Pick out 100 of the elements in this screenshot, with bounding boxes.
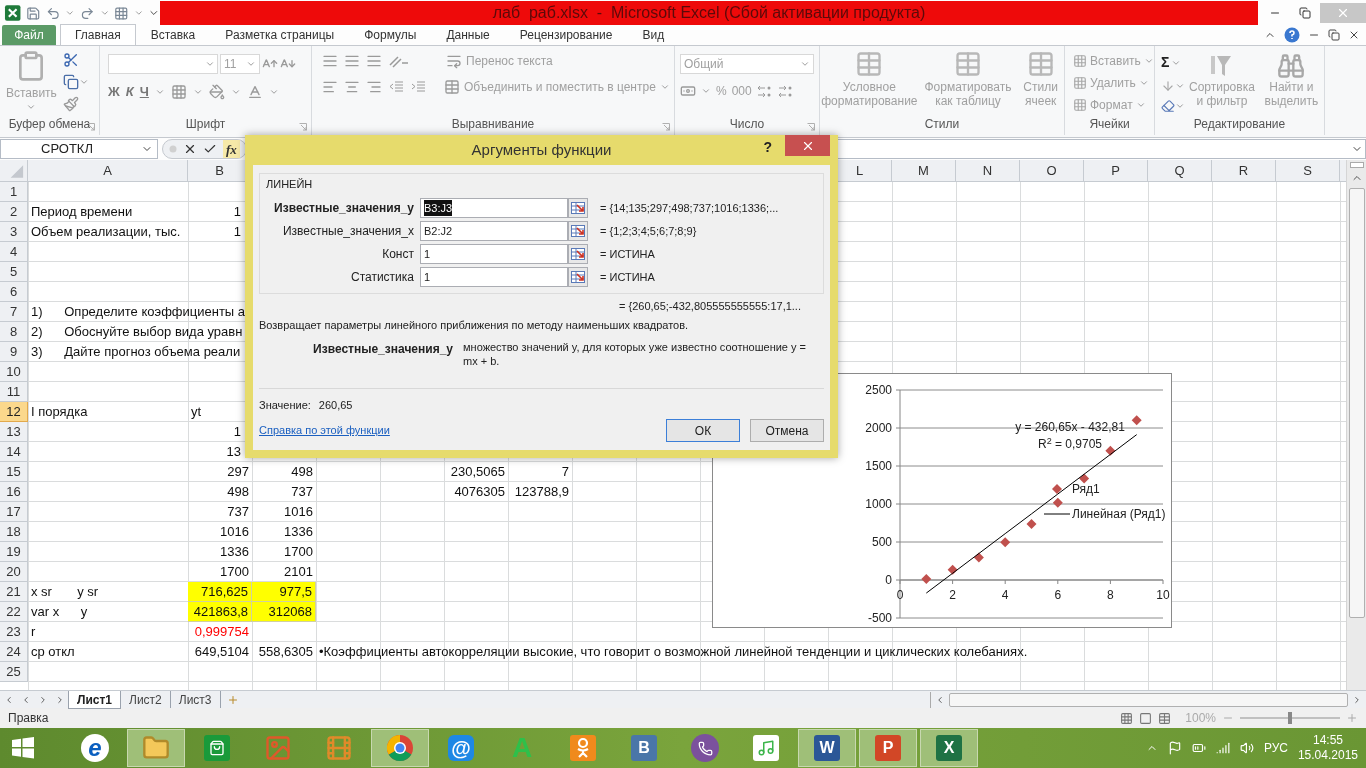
row-header: 18 — [0, 522, 28, 542]
function-name: ЛИНЕЙН — [266, 177, 314, 192]
highlighted-cell: 716,625 — [188, 582, 252, 602]
argument-name: Известные_значения_y — [312, 340, 453, 358]
cell-text: 737 — [291, 483, 313, 502]
argument-result: = ИСТИНА — [600, 246, 655, 262]
argument-result: = {14;135;297;498;737;1016;1336;... — [600, 200, 779, 216]
argument-label: Конст — [381, 246, 414, 263]
group-label: Редактирование — [1193, 116, 1286, 133]
function-description: Возвращает параметры линейного приближения по методу наименьших квадратов. — [259, 318, 690, 333]
group-label: Ячейки — [1089, 116, 1130, 133]
cell-text: 558,6305 — [258, 643, 313, 662]
group-label: Выравнивание — [451, 116, 535, 133]
row-header: 12 — [0, 402, 28, 422]
cell-text: Объем реализации, тыс. — [31, 223, 181, 242]
cell-text: 498 — [227, 483, 249, 502]
axis-label: 0 — [896, 588, 904, 602]
axis-label: 0 — [885, 573, 892, 587]
axis-label: 8 — [1107, 588, 1114, 602]
axis-label: 1000 — [865, 497, 892, 511]
cell-text: 297 — [227, 463, 249, 482]
argument-description: множество значений y, для которых уже известно соотношение y = mx + b. — [463, 339, 807, 368]
dialog-title: Аргументы функции — [471, 139, 612, 160]
group-label: Шрифт — [185, 116, 226, 133]
cell-text: 1 — [233, 223, 241, 242]
axis-label: 2500 — [865, 383, 892, 397]
row-header: 10 — [0, 362, 28, 382]
row-header: 13 — [0, 422, 28, 442]
row-header: 1 — [0, 182, 28, 202]
argument-result: = {1;2;3;4;5;6;7;8;9} — [600, 223, 697, 239]
app-icon: A — [511, 734, 533, 762]
cell-text: 123788,9 — [514, 483, 569, 502]
row-header: 19 — [0, 542, 28, 562]
cell-text: 7 — [561, 463, 569, 482]
clock-time: 14:55 — [1312, 733, 1343, 748]
cell-text: 3) Дайте прогноз объема реали — [31, 343, 241, 362]
row-header: 22 — [0, 602, 28, 622]
cell-text: 1700 — [220, 563, 249, 582]
row-header: 9 — [0, 342, 28, 362]
group-label: Буфер обмена — [8, 116, 91, 133]
row-header: 20 — [0, 562, 28, 582]
highlighted-cell: 977,5 — [252, 582, 316, 602]
row-header: 15 — [0, 462, 28, 482]
cell-text: 1336 — [220, 543, 249, 562]
axis-label: 10 — [1156, 588, 1170, 602]
trendline-equation: y = 260,65x - 432,81 — [1015, 419, 1125, 436]
row-header: 7 — [0, 302, 28, 322]
formula-result: = {260,65;-432,805555555555:17,1... — [619, 298, 802, 314]
axis-label: 4 — [1001, 588, 1009, 602]
cell-text: ср откл — [31, 643, 75, 662]
cell-text: I порядка — [31, 403, 88, 422]
row-header: 2 — [0, 202, 28, 222]
document-app-icon: W — [814, 735, 840, 761]
row-header: 17 — [0, 502, 28, 522]
cell-text: r — [31, 623, 36, 642]
cell-text: 2) Обоснуйте выбор вида уравн — [31, 323, 243, 342]
zoom-level: 100% — [1185, 710, 1216, 727]
row-header: 8 — [0, 322, 28, 342]
cell-text: •Коэффициенты автокорреляции высокие, что говорит о возможной линейной тенденции и циклических колебаниях. — [319, 643, 1028, 662]
axis-label: 6 — [1054, 588, 1062, 602]
trendline-equation: R$^{2}$ = 0,9705 — [1037, 435, 1103, 453]
axis-label: 500 — [871, 535, 892, 549]
highlighted-cell: 421863,8 — [188, 602, 252, 622]
legend-label: Ряд1 — [1072, 481, 1100, 498]
row-header: 3 — [0, 222, 28, 242]
cell-text: x sr y sr — [31, 583, 99, 602]
axis-label: -500 — [867, 611, 892, 625]
legend-label: Линейная (Ряд1) — [1072, 506, 1166, 523]
presentation-app-icon: P — [875, 735, 901, 761]
window-title: лаб раб.xlsx - Microsoft Excel (Сбой активации продукта) — [492, 3, 926, 23]
row-header: 24 — [0, 642, 28, 662]
social-icon: В — [631, 735, 657, 761]
cell-text: 1336 — [284, 523, 313, 542]
cell-text: 0,999754 — [194, 623, 249, 642]
highlighted-cell: 312068 — [252, 602, 316, 622]
argument-label: Известные_значения_y — [273, 200, 414, 217]
argument-label: Известные_значения_x — [281, 223, 414, 240]
row-header: 14 — [0, 442, 28, 462]
cell-text: 498 — [291, 463, 313, 482]
cell-text: 230,5065 — [450, 463, 505, 482]
cell-text: 2101 — [284, 563, 313, 582]
cell-text: 1016 — [284, 503, 313, 522]
value-label: Значение: — [259, 397, 311, 413]
cell-text: 737 — [227, 503, 249, 522]
group-label: Число — [729, 116, 765, 133]
cell-text: 1700 — [284, 543, 313, 562]
row-header: 23 — [0, 622, 28, 642]
row-header: 4 — [0, 242, 28, 262]
argument-label: Статистика — [349, 269, 414, 286]
axis-label: 2000 — [865, 421, 892, 435]
cell-text: 1 — [233, 203, 241, 222]
status-mode: Правка — [8, 710, 49, 727]
cell-text: 1016 — [220, 523, 249, 542]
axis-label: 1500 — [865, 459, 892, 473]
cell-text: var x y — [31, 603, 88, 622]
row-header: 25 — [0, 662, 28, 682]
mail-icon: @ — [448, 735, 474, 761]
axis-label: 2 — [949, 588, 956, 602]
argument-result: = ИСТИНА — [600, 269, 655, 285]
spreadsheet-app-icon: X — [936, 735, 962, 761]
